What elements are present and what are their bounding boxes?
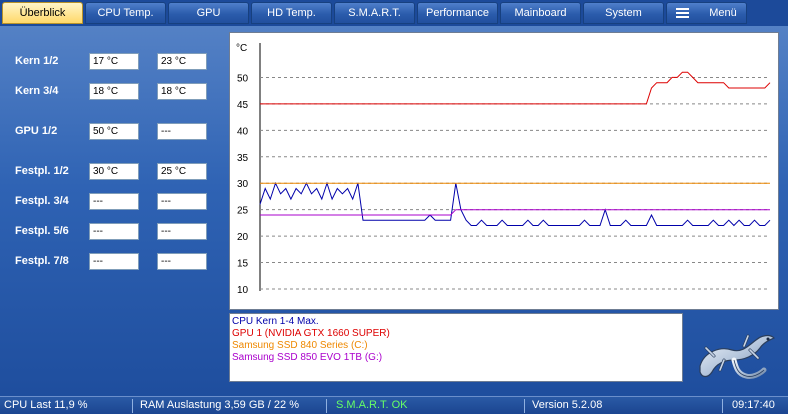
- y-tick-label: 20: [237, 232, 249, 243]
- smart-status: S.M.A.R.T. OK: [336, 399, 408, 411]
- value-festpl-7: ---: [89, 253, 139, 270]
- y-tick-label: 45: [237, 100, 249, 111]
- label-kern-1-2: Kern 1/2: [15, 55, 59, 67]
- y-tick-label: 10: [237, 285, 249, 296]
- value-gpu-1: 50 °C: [89, 123, 139, 140]
- value-festpl-1: 30 °C: [89, 163, 139, 180]
- menu-label: Menü: [709, 7, 737, 19]
- label-festpl-1-2: Festpl. 1/2: [15, 165, 69, 177]
- value-gpu-2: ---: [157, 123, 207, 140]
- value-kern-1: 17 °C: [89, 53, 139, 70]
- hamburger-icon: [676, 8, 690, 18]
- value-festpl-2: 25 °C: [157, 163, 207, 180]
- tab-system[interactable]: System: [583, 2, 664, 24]
- temperature-chart: °C 50 45 40 35 30 25 20 15 10: [229, 32, 779, 310]
- series-line-3: [260, 209, 770, 216]
- y-tick-label: 50: [237, 73, 249, 84]
- tab-gpu[interactable]: GPU: [168, 2, 249, 24]
- value-festpl-4: ---: [157, 193, 207, 210]
- label-festpl-5-6: Festpl. 5/6: [15, 225, 69, 237]
- value-kern-2: 23 °C: [157, 53, 207, 70]
- separator: [326, 399, 327, 413]
- status-bar: CPU Last 11,9 % RAM Auslastung 3,59 GB /…: [0, 396, 788, 414]
- version: Version 5.2.08: [532, 399, 603, 411]
- separator: [524, 399, 525, 413]
- label-festpl-7-8: Festpl. 7/8: [15, 255, 69, 267]
- value-festpl-5: ---: [89, 223, 139, 240]
- salamander-logo-icon: [699, 334, 776, 379]
- menu-button[interactable]: Menü: [666, 2, 747, 24]
- value-kern-3: 18 °C: [89, 83, 139, 100]
- tab-cpu-temp[interactable]: CPU Temp.: [85, 2, 166, 24]
- tab-performance[interactable]: Performance: [417, 2, 498, 24]
- value-festpl-8: ---: [157, 253, 207, 270]
- y-axis-unit: °C: [236, 43, 247, 54]
- label-gpu-1-2: GPU 1/2: [15, 125, 58, 137]
- legend-gpu: GPU 1 (NVIDIA GTX 1660 SUPER): [232, 328, 390, 339]
- separator: [722, 399, 723, 413]
- legend-cpu: CPU Kern 1-4 Max.: [232, 316, 319, 327]
- ram-usage: RAM Auslastung 3,59 GB / 22 %: [140, 399, 299, 411]
- separator: [132, 399, 133, 413]
- y-tick-label: 15: [237, 259, 249, 270]
- y-tick-label: 30: [237, 179, 249, 190]
- cpu-load: CPU Last 11,9 %: [4, 399, 88, 411]
- series-line-0: [259, 181, 771, 227]
- y-tick-label: 40: [237, 126, 249, 137]
- chart-legend: CPU Kern 1-4 Max. GPU 1 (NVIDIA GTX 1660…: [229, 313, 683, 382]
- chart-canvas: °C 50 45 40 35 30 25 20 15 10: [236, 43, 771, 296]
- tab-mainboard[interactable]: Mainboard: [500, 2, 581, 24]
- legend-ssd-850: Samsung SSD 850 EVO 1TB (G:): [232, 352, 383, 363]
- tab-bar: Überblick CPU Temp. GPU HD Temp. S.M.A.R…: [0, 0, 788, 26]
- tab-hd-temp[interactable]: HD Temp.: [251, 2, 332, 24]
- label-kern-3-4: Kern 3/4: [15, 85, 59, 97]
- clock: 09:17:40: [732, 399, 775, 411]
- value-festpl-3: ---: [89, 193, 139, 210]
- legend-ssd-840: Samsung SSD 840 Series (C:): [232, 340, 368, 351]
- tab-ueberblick[interactable]: Überblick: [2, 2, 83, 24]
- y-tick-label: 35: [237, 153, 249, 164]
- y-tick-label: 25: [237, 206, 249, 217]
- label-festpl-3-4: Festpl. 3/4: [15, 195, 69, 207]
- tab-smart[interactable]: S.M.A.R.T.: [334, 2, 415, 24]
- value-kern-4: 18 °C: [157, 83, 207, 100]
- value-festpl-6: ---: [157, 223, 207, 240]
